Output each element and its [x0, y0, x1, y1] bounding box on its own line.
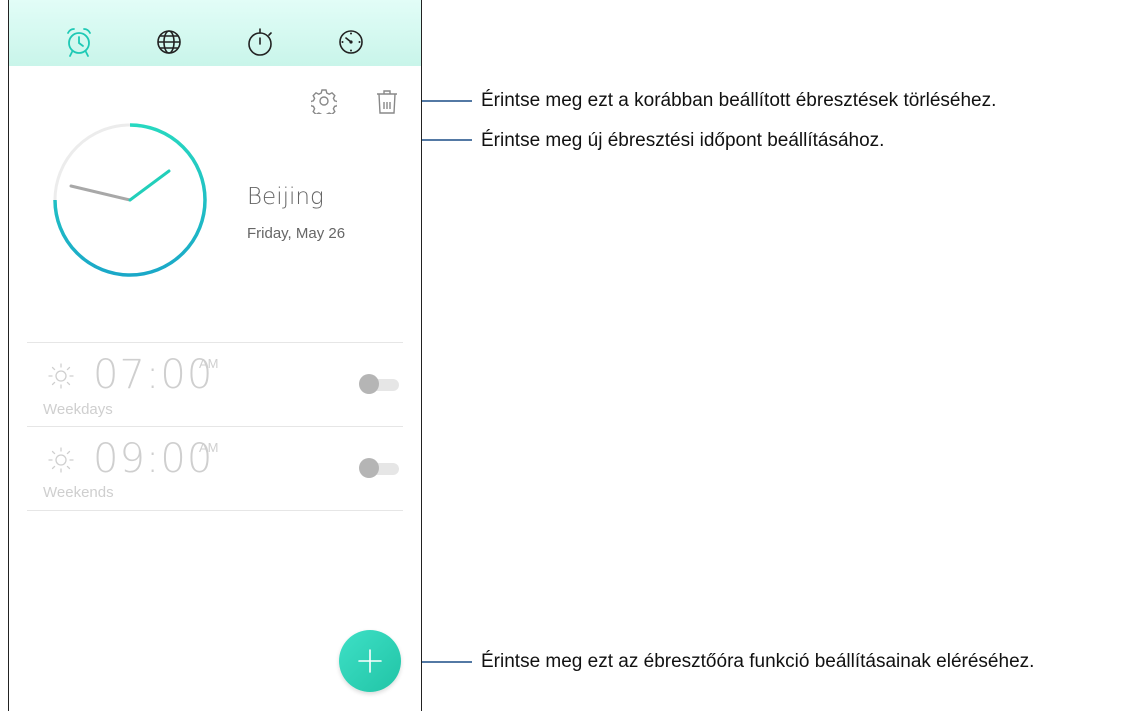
- alarm-toggle[interactable]: [359, 458, 399, 478]
- callout-delete: Érintse meg ezt a korábban beállított éb…: [481, 90, 997, 111]
- globe-icon: [157, 30, 181, 54]
- divider: [27, 510, 403, 511]
- toggle-knob: [359, 374, 379, 394]
- divider: [27, 342, 403, 343]
- alarm-ampm: AM: [199, 356, 219, 371]
- tab-timer[interactable]: [334, 25, 368, 59]
- toggle-knob: [359, 458, 379, 478]
- divider: [27, 426, 403, 427]
- alarm-repeat: Weekends: [43, 484, 114, 501]
- stopwatch-icon: [248, 28, 272, 56]
- timer-icon: [339, 30, 363, 54]
- alarm-repeat: Weekdays: [43, 401, 113, 418]
- clock-minute-hand: [128, 169, 171, 202]
- alarm-time: 07:00: [93, 352, 214, 398]
- sun-icon: [48, 447, 74, 473]
- analog-clock: [53, 123, 207, 277]
- phone-screen: Beijing Friday, May 26 07:00 AM Weekdays: [8, 0, 422, 711]
- callout-settings: Érintse meg új ébresztési időpont beállí…: [481, 130, 885, 151]
- world-clock-city: Beijing: [247, 184, 324, 210]
- settings-button[interactable]: [309, 86, 339, 116]
- alarm-ampm: AM: [199, 440, 219, 455]
- clock-hour-hand: [69, 184, 132, 202]
- alarm-toggle[interactable]: [359, 374, 399, 394]
- alarm-icon: [67, 28, 91, 57]
- alarm-time: 09:00: [93, 436, 214, 482]
- tab-bar: [9, 0, 421, 66]
- trash-icon: [377, 90, 397, 114]
- plus-icon: [358, 649, 382, 673]
- callout-add: Érintse meg ezt az ébresztőóra funkció b…: [481, 651, 1035, 672]
- gear-icon: [311, 89, 337, 114]
- world-clock-date: Friday, May 26: [247, 225, 346, 242]
- sun-icon: [48, 363, 74, 389]
- tab-world-clock[interactable]: [152, 25, 186, 59]
- delete-button[interactable]: [372, 87, 402, 117]
- add-alarm-button[interactable]: [339, 630, 401, 692]
- tab-alarm[interactable]: [62, 25, 96, 59]
- tab-stopwatch[interactable]: [243, 25, 277, 59]
